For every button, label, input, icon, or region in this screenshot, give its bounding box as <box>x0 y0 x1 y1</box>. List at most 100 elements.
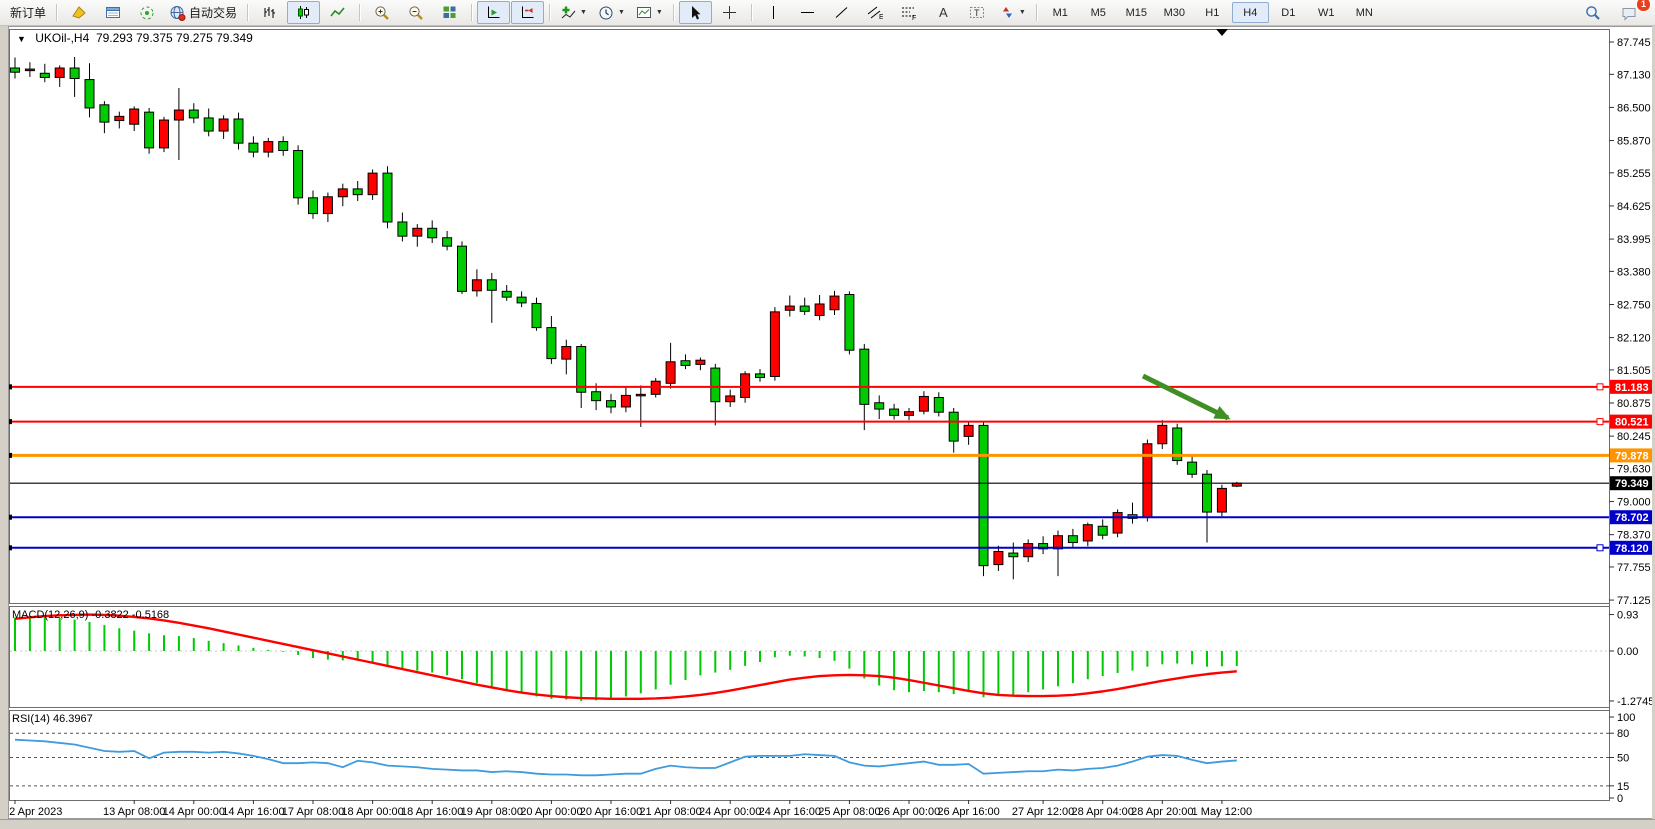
toolbar-separator <box>471 4 472 21</box>
text-icon[interactable]: A <box>927 1 960 24</box>
line-handle[interactable] <box>1597 384 1603 390</box>
candle-body <box>532 303 541 327</box>
candle-body <box>398 222 407 236</box>
candle-body <box>592 392 601 401</box>
tf-m15-button[interactable]: M15 <box>1118 2 1155 23</box>
candle-body <box>919 396 928 411</box>
svg-text:F: F <box>912 15 916 20</box>
candle-body <box>309 198 318 214</box>
ohlc-open: 79.293 <box>96 31 133 45</box>
tile-windows-icon[interactable] <box>433 1 466 24</box>
candlestick-chart-icon[interactable] <box>287 1 320 24</box>
svg-text:13 Apr 08:00: 13 Apr 08:00 <box>103 806 165 818</box>
svg-text:86.500: 86.500 <box>1617 102 1651 114</box>
candle-body <box>770 312 779 377</box>
horizontal-line-icon[interactable] <box>791 1 824 24</box>
tf-h1-button[interactable]: H1 <box>1194 2 1231 23</box>
candle-body <box>383 173 392 222</box>
svg-text:82.120: 82.120 <box>1617 333 1651 345</box>
zoom-out-icon[interactable] <box>399 1 432 24</box>
candle-body <box>458 246 467 291</box>
candle-body <box>443 238 452 246</box>
candle-body <box>577 347 586 393</box>
candle-body <box>681 361 690 366</box>
candle-body <box>189 110 198 118</box>
macd-panel[interactable] <box>10 607 1610 708</box>
chart-canvas[interactable]: 10080501500.930.00-1.274581.18380.52179.… <box>0 0 1655 828</box>
candle-body <box>25 69 34 71</box>
candle-body <box>100 105 109 122</box>
toolbar-separator <box>1036 4 1037 21</box>
svg-text:18 Apr 00:00: 18 Apr 00:00 <box>341 806 403 818</box>
svg-text:87.130: 87.130 <box>1617 69 1651 81</box>
svg-text:20 Apr 00:00: 20 Apr 00:00 <box>520 806 582 818</box>
chart-symbol-period: UKOil-,H4 <box>35 31 89 45</box>
line-handle[interactable] <box>1597 419 1603 425</box>
candle-body <box>636 394 645 396</box>
svg-text:100: 100 <box>1617 712 1635 724</box>
svg-text:78.120: 78.120 <box>1615 543 1649 555</box>
zoom-in-icon[interactable] <box>365 1 398 24</box>
bar-chart-icon[interactable] <box>253 1 286 24</box>
tf-mn-button[interactable]: MN <box>1346 2 1383 23</box>
tf-w1-button[interactable]: W1 <box>1308 2 1345 23</box>
tf-m5-button[interactable]: M5 <box>1080 2 1117 23</box>
candle-body <box>40 73 49 77</box>
tf-d1-button[interactable]: D1 <box>1270 2 1307 23</box>
equidistant-channel-icon[interactable]: E <box>859 1 892 24</box>
new-order-button[interactable]: 新订单 <box>5 1 51 24</box>
candle-body <box>547 328 556 359</box>
svg-text:83.380: 83.380 <box>1617 266 1651 278</box>
toolbar: 新订单 自动交易 <box>0 0 1655 26</box>
svg-text:27 Apr 12:00: 27 Apr 12:00 <box>1012 806 1074 818</box>
candle-body <box>1158 425 1167 443</box>
crosshair-icon[interactable] <box>713 1 746 24</box>
svg-text:20 Apr 16:00: 20 Apr 16:00 <box>580 806 642 818</box>
candle-body <box>1068 536 1077 543</box>
svg-text:14 Apr 00:00: 14 Apr 00:00 <box>163 806 225 818</box>
auto-trading-button[interactable]: 自动交易 <box>164 1 242 24</box>
indicators-icon[interactable]: ▼ <box>555 1 592 24</box>
candle-body <box>1098 526 1107 535</box>
svg-text:17 Apr 08:00: 17 Apr 08:00 <box>282 806 344 818</box>
auto-scroll-icon[interactable] <box>477 1 510 24</box>
macd-signal-value: -0.5168 <box>132 609 169 621</box>
trendline-icon[interactable] <box>825 1 858 24</box>
candle-body <box>338 189 347 197</box>
chart-shift-icon[interactable] <box>511 1 544 24</box>
svg-text:15: 15 <box>1617 781 1629 793</box>
templates-icon[interactable]: ▼ <box>631 1 668 24</box>
candle-body <box>1024 544 1033 557</box>
toolbar-separator <box>359 4 360 21</box>
svg-text:50: 50 <box>1617 753 1629 765</box>
chart-menu-toggle-icon[interactable]: ▼ <box>17 34 26 44</box>
svg-text:19 Apr 08:00: 19 Apr 08:00 <box>461 806 523 818</box>
svg-text:79.000: 79.000 <box>1617 497 1651 509</box>
tf-m30-button[interactable]: M30 <box>1156 2 1193 23</box>
tf-m1-button[interactable]: M1 <box>1042 2 1079 23</box>
arrows-icon[interactable]: ▼ <box>995 1 1031 24</box>
svg-text:12 Apr 2023: 12 Apr 2023 <box>3 806 62 818</box>
text-label-icon[interactable]: T <box>961 1 994 24</box>
candle-body <box>1113 513 1122 533</box>
data-window-icon[interactable] <box>96 1 129 24</box>
svg-text:T: T <box>974 8 980 18</box>
market-watch-icon[interactable] <box>62 1 95 24</box>
search-icon[interactable] <box>1576 1 1609 24</box>
candle-body <box>696 360 705 364</box>
svg-text:28 Apr 20:00: 28 Apr 20:00 <box>1131 806 1193 818</box>
chat-button[interactable]: 1 <box>1613 1 1646 24</box>
svg-text:28 Apr 04:00: 28 Apr 04:00 <box>1072 806 1134 818</box>
cursor-icon[interactable] <box>679 1 712 24</box>
svg-text:80.245: 80.245 <box>1617 431 1651 443</box>
candle-body <box>1083 525 1092 541</box>
periods-icon[interactable]: ▼ <box>593 1 630 24</box>
fibonacci-icon[interactable]: F <box>893 1 926 24</box>
signals-icon[interactable] <box>130 1 163 24</box>
vertical-line-icon[interactable] <box>757 1 790 24</box>
tf-h4-button[interactable]: H4 <box>1232 2 1269 23</box>
svg-text:79.630: 79.630 <box>1617 463 1651 475</box>
line-chart-icon[interactable] <box>321 1 354 24</box>
line-handle[interactable] <box>1597 545 1603 551</box>
candle-body <box>949 412 958 441</box>
